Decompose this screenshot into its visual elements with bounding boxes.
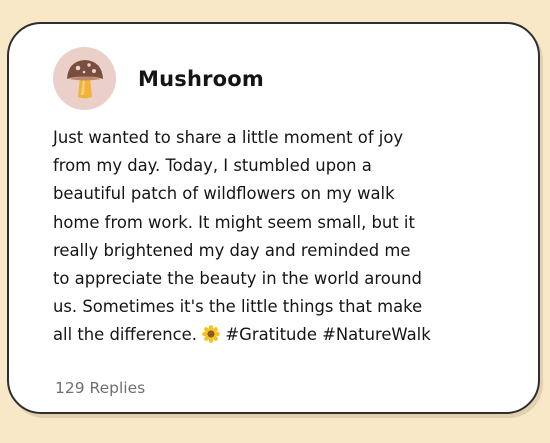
post-card: Mushroom Just wanted to share a little m… (7, 22, 540, 414)
sunflower-icon (202, 324, 221, 352)
post-line: us. Sometimes it's the little things tha… (53, 297, 423, 317)
post-line: all the difference. (53, 325, 197, 345)
replies-count[interactable]: 129 Replies (55, 379, 145, 397)
avatar[interactable] (53, 47, 116, 110)
hashtags[interactable]: #Gratitude #NatureWalk (225, 325, 430, 344)
post-line: Just wanted to share a little moment of … (53, 128, 404, 147)
post-line: from my day. Today, I stumbled upon a (53, 156, 372, 176)
post-header: Mushroom (53, 47, 264, 110)
post-line: beautiful patch of wildflowers on my wal… (53, 184, 395, 204)
post-line: to appreciate the beauty in the world ar… (53, 269, 422, 289)
username[interactable]: Mushroom (138, 67, 264, 91)
mushroom-icon (66, 59, 103, 98)
post-line: really brightened my day and reminded me (53, 240, 411, 260)
post-line: home from work. It might seem small, but… (53, 212, 415, 232)
post-body: Just wanted to share a little moment of … (53, 124, 513, 353)
